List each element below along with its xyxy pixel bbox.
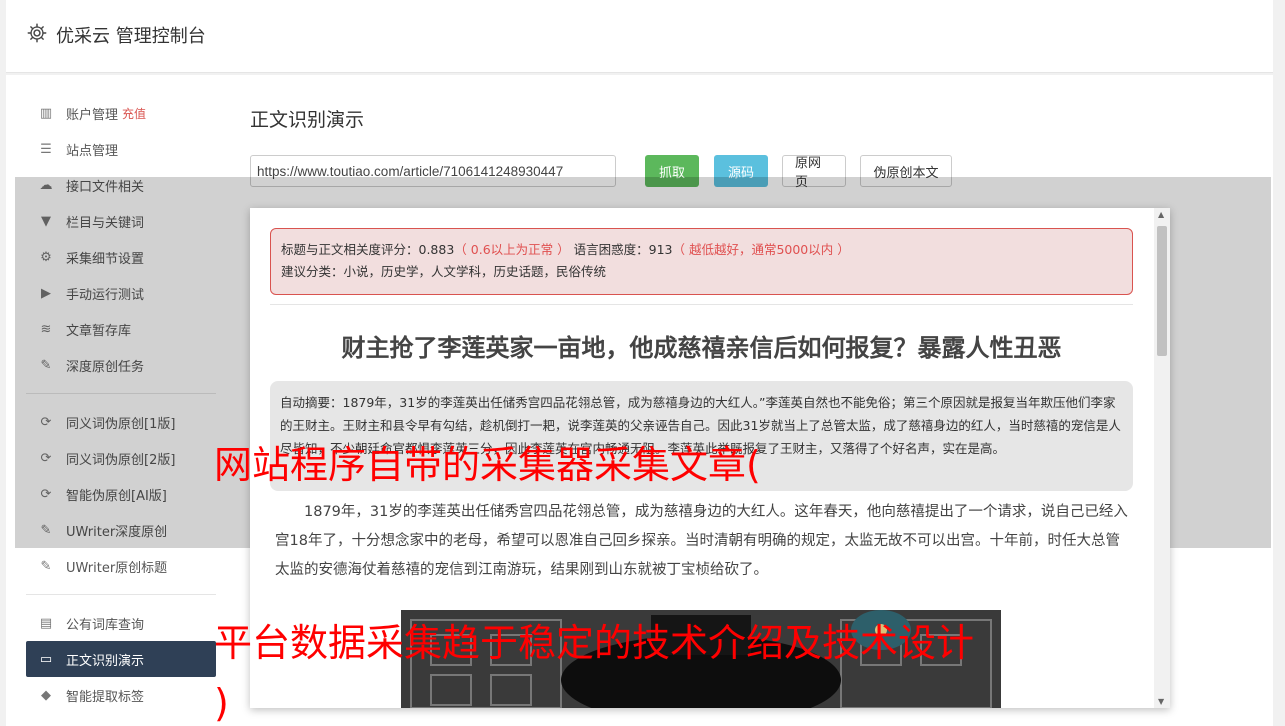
sidebar-divider bbox=[26, 393, 216, 394]
sidebar-item[interactable]: ⟳ 智能伪原创[AI版] bbox=[26, 476, 216, 512]
sidebar-item[interactable]: ▶ 手动运行测试 bbox=[26, 275, 216, 311]
sidebar-item-label: 公有词库查询 bbox=[66, 617, 145, 633]
sidebar-item-label: UWriter原创标题 bbox=[66, 560, 168, 576]
article-title: 财主抢了李莲英家一亩地，他成慈禧亲信后如何报复？暴露人性丑恶 bbox=[341, 334, 1062, 362]
sidebar-item-label: 同义词伪原创[1版] bbox=[66, 416, 176, 432]
refresh-icon: ⟳ bbox=[40, 450, 52, 466]
sidebar-item-label: 深度原创任务 bbox=[66, 359, 145, 375]
app-title: 优采云 管理控制台 bbox=[56, 26, 206, 47]
tag-icon: ◆ bbox=[41, 687, 51, 703]
recharge-badge[interactable]: 充值 bbox=[122, 105, 146, 122]
relevance-hint: （ 0.6以上为正常 ） bbox=[454, 242, 570, 257]
gear-icon bbox=[27, 23, 47, 43]
cloud-upload-icon: ☁ bbox=[39, 177, 53, 193]
auto-summary: 自动摘要：1879年，31岁的李莲英出任储秀宫四品花翎总管，成为慈禧身边的大红人… bbox=[270, 381, 1133, 491]
sidebar-item-label: 栏目与关键词 bbox=[66, 215, 145, 231]
score-alert: 标题与正文相关度评分：0.883（ 0.6以上为正常 ） 语言困惑度：913（ … bbox=[270, 228, 1133, 295]
sidebar-item-label: 文章暂存库 bbox=[66, 323, 132, 339]
sidebar-item[interactable]: ▥ 账户管理 充值 bbox=[26, 95, 216, 131]
sidebar-item[interactable]: ▭ 正文识别演示 bbox=[26, 641, 216, 677]
play-icon: ▶ bbox=[41, 285, 51, 301]
grab-button[interactable]: 抓取 bbox=[645, 155, 699, 187]
divider bbox=[270, 304, 1133, 305]
suggested-category: 建议分类：小说，历史学，人文学科，历史话题，民俗传统 bbox=[281, 264, 607, 279]
sidebar-item-label: UWriter深度原创 bbox=[66, 524, 168, 540]
refresh-icon: ⟳ bbox=[40, 414, 52, 430]
sidebar-item-label: 接口文件相关 bbox=[66, 179, 145, 195]
refresh-icon: ⟳ bbox=[40, 486, 52, 502]
top-bar: 优采云 管理控制台 bbox=[6, 0, 1273, 73]
bar-chart-icon: ▥ bbox=[39, 105, 53, 121]
sidebar-item-label: 智能提取标签 bbox=[66, 689, 145, 705]
article-body: 1879年，31岁的李莲英出任储秀宫四品花翎总管，成为慈禧身边的大红人。这年春天… bbox=[275, 504, 1128, 578]
sidebar-item[interactable]: ⟳ 同义词伪原创[1版] bbox=[26, 404, 216, 440]
perplexity-hint: （ 越低越好，通常5000以内 ） bbox=[672, 242, 850, 257]
sidebar-item[interactable]: ▼ 栏目与关键词 bbox=[26, 203, 216, 239]
scroll-up-icon[interactable]: ▲ bbox=[1158, 210, 1164, 219]
sidebar-item-label: 手动运行测试 bbox=[66, 287, 145, 303]
url-input[interactable] bbox=[250, 155, 616, 187]
database-icon: ≋ bbox=[40, 321, 52, 337]
page-title: 正文识别演示 bbox=[250, 109, 365, 131]
sidebar-item-label: 同义词伪原创[2版] bbox=[66, 452, 176, 468]
lattice-window-image bbox=[401, 610, 1001, 708]
sidebar-item[interactable]: ▤ 公有词库查询 bbox=[26, 605, 216, 641]
perplexity-score: 语言困惑度：913 bbox=[573, 242, 673, 257]
dialog-scrollbar[interactable]: ▲ ▼ bbox=[1154, 208, 1170, 708]
edit-icon: ✎ bbox=[40, 558, 52, 574]
filter-icon: ▼ bbox=[41, 213, 51, 229]
sidebar-item[interactable]: ◆ 智能提取标签 bbox=[26, 677, 216, 713]
sidebar-item[interactable]: ✎ 深度原创任务 bbox=[26, 347, 216, 383]
edit-icon: ✎ bbox=[40, 522, 52, 538]
book-icon: ▤ bbox=[39, 615, 53, 631]
sidebar-item[interactable]: ☰ 站点管理 bbox=[26, 131, 216, 167]
gears-icon: ⚙ bbox=[40, 249, 52, 265]
original-page-button[interactable]: 原网页 bbox=[782, 155, 846, 190]
edit-icon: ✎ bbox=[40, 357, 52, 373]
scroll-down-icon[interactable]: ▼ bbox=[1158, 697, 1164, 706]
sidebar-item[interactable]: ✎ UWriter原创标题 bbox=[26, 548, 216, 584]
relevance-score: 标题与正文相关度评分：0.883 bbox=[281, 242, 455, 257]
rewrite-article-button[interactable]: 伪原创本文 bbox=[860, 155, 952, 187]
result-dialog: 标题与正文相关度评分：0.883（ 0.6以上为正常 ） 语言困惑度：913（ … bbox=[250, 208, 1170, 708]
sidebar: ▥ 账户管理 充值 ☰ 站点管理 ☁ 接口文件相关 ▼ 栏目与关键词 ⚙ 采集细节设置 ▶ 手动运行测试… bbox=[26, 95, 216, 713]
sidebar-item-label: 正文识别演示 bbox=[66, 653, 145, 669]
sidebar-divider bbox=[26, 594, 216, 595]
article-image bbox=[401, 610, 1001, 708]
sidebar-item[interactable]: ✎ UWriter深度原创 bbox=[26, 512, 216, 548]
sidebar-item-label: 站点管理 bbox=[66, 143, 119, 159]
source-button[interactable]: 源码 bbox=[714, 155, 768, 187]
sidebar-item[interactable]: ☁ 接口文件相关 bbox=[26, 167, 216, 203]
sidebar-item[interactable]: ⚙ 采集细节设置 bbox=[26, 239, 216, 275]
sidebar-item-label: 智能伪原创[AI版] bbox=[66, 488, 167, 504]
server-icon: ☰ bbox=[40, 141, 52, 157]
monitor-icon: ▭ bbox=[39, 651, 53, 667]
sidebar-item[interactable]: ≋ 文章暂存库 bbox=[26, 311, 216, 347]
sidebar-item-label: 账户管理 bbox=[66, 107, 119, 123]
sidebar-item-label: 采集细节设置 bbox=[66, 251, 145, 267]
scroll-thumb[interactable] bbox=[1157, 226, 1167, 356]
sidebar-item[interactable]: ⟳ 同义词伪原创[2版] bbox=[26, 440, 216, 476]
